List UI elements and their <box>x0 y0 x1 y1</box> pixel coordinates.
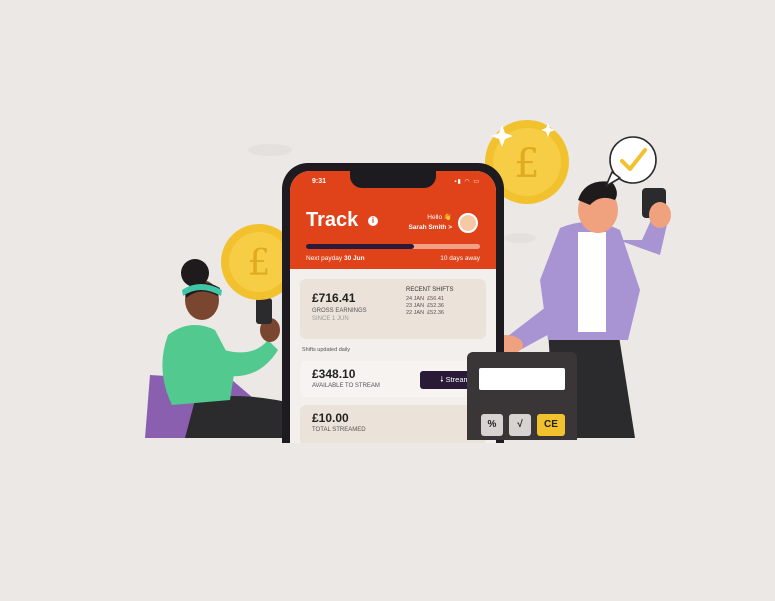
shift-row: 22 JAN £52.36 <box>406 310 444 316</box>
payday-progress-fill <box>306 244 414 249</box>
streamed-amount: £10.00 <box>312 411 349 425</box>
percent-key[interactable]: % <box>481 414 503 436</box>
payday-date: 30 Jun <box>343 255 365 262</box>
check-speech-bubble <box>605 136 657 187</box>
phone-notch <box>350 171 436 188</box>
available-card: £348.10 AVAILABLE TO STREAM 🠗 Stream <box>300 361 490 397</box>
streamed-label: TOTAL STREAMED <box>312 427 366 433</box>
app-header: 9:31 ▪▮ ◠ ▭ Track i Hello 👋 Sarah Smith … <box>290 171 496 269</box>
info-icon[interactable]: i <box>368 216 378 226</box>
payday-progress-bar <box>306 244 480 249</box>
shift-date: 24 JAN <box>406 296 425 302</box>
days-away: 10 days away <box>440 255 480 262</box>
available-label: AVAILABLE TO STREAM <box>312 383 380 389</box>
recent-shifts-title: RECENT SHIFTS <box>406 287 454 293</box>
calculator: % √ CE <box>467 352 577 440</box>
avatar[interactable] <box>458 213 478 233</box>
next-payday: Next payday 30 Jun <box>306 255 365 262</box>
shift-date: 22 JAN <box>406 310 425 316</box>
updated-note: Shifts updated daily <box>302 347 351 353</box>
svg-text:£: £ <box>248 243 271 284</box>
shift-amount: £52.36 <box>427 310 444 316</box>
status-time: 9:31 <box>312 178 327 185</box>
shift-row: 24 JAN £56.41 <box>406 296 444 302</box>
streamed-card: £10.00 TOTAL STREAMED <box>300 405 486 443</box>
gross-sub: SINCE 1 JUN <box>312 316 349 322</box>
available-amount: £348.10 <box>312 367 356 381</box>
calculator-display <box>479 368 565 390</box>
gross-amount: £716.41 <box>312 291 356 305</box>
payday-prefix: Next payday <box>306 255 343 262</box>
app-screen: 9:31 ▪▮ ◠ ▭ Track i Hello 👋 Sarah Smith … <box>290 171 496 443</box>
signal-wifi-battery-icon: ▪▮ ◠ ▭ <box>454 179 480 185</box>
gross-label: GROSS EARNINGS <box>312 308 367 314</box>
greeting-text: Hello 👋 <box>427 214 452 221</box>
shift-row: 23 JAN £52.36 <box>406 303 444 309</box>
cloud-shape <box>504 233 536 243</box>
shift-date: 23 JAN <box>406 303 425 309</box>
download-arrow-icon: 🠗 <box>440 375 444 384</box>
sqrt-key[interactable]: √ <box>509 414 531 436</box>
svg-text:£: £ <box>514 141 539 187</box>
clear-entry-key[interactable]: CE <box>537 414 565 436</box>
shift-amount: £52.36 <box>427 303 444 309</box>
cloud-shape <box>248 144 292 156</box>
profile-link[interactable]: Sarah Smith > <box>408 224 452 231</box>
page-title: Track <box>306 209 359 231</box>
shift-amount: £56.41 <box>427 296 444 302</box>
gross-earnings-card[interactable]: £716.41 GROSS EARNINGS SINCE 1 JUN RECEN… <box>300 279 486 339</box>
